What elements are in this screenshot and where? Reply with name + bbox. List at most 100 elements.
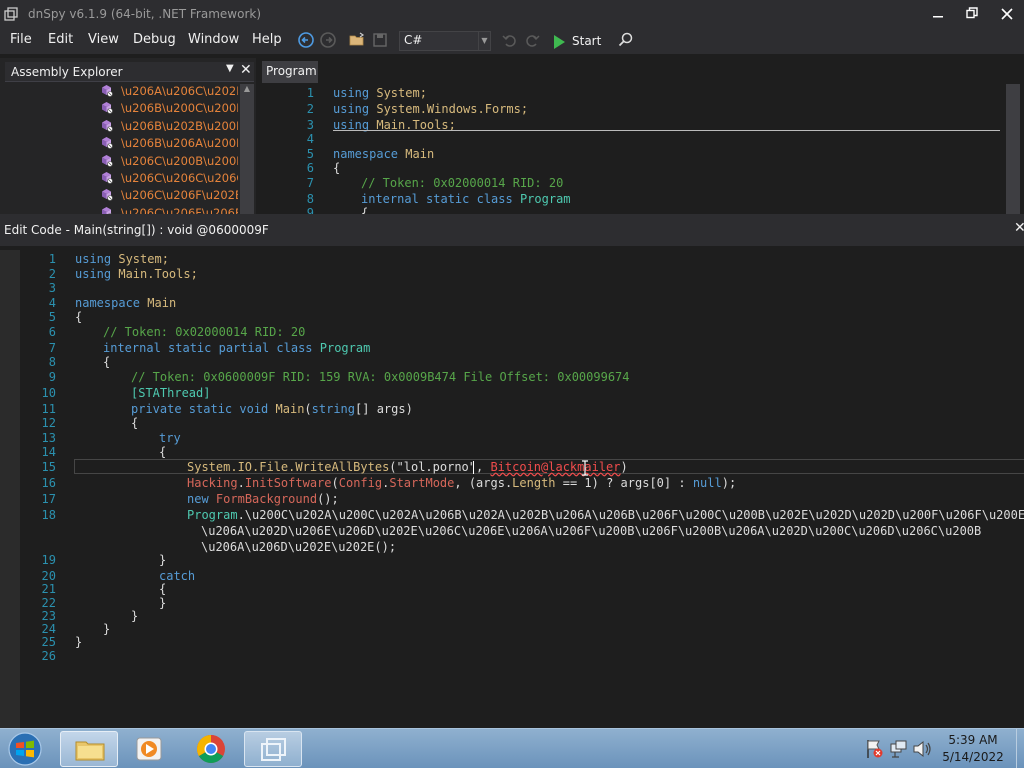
class-icon bbox=[102, 119, 113, 132]
separator-line bbox=[333, 130, 1000, 131]
assembly-tree-item-label: \u206B\u206A\u200F\ bbox=[121, 136, 238, 151]
assembly-tree-item-label: \u206C\u206F\u206B\ bbox=[121, 205, 238, 214]
forward-icon[interactable] bbox=[319, 31, 337, 49]
line-number: 17 bbox=[41, 492, 56, 506]
menu-help[interactable]: Help bbox=[252, 31, 282, 49]
open-folder-icon[interactable] bbox=[348, 31, 366, 49]
menu-file[interactable]: File bbox=[10, 31, 32, 49]
line-number: 14 bbox=[41, 445, 56, 459]
line-number: 2 bbox=[306, 102, 314, 116]
punct: [] args) bbox=[355, 402, 413, 416]
assembly-tree-item[interactable]: \u206C\u200B\u200F\ bbox=[100, 154, 238, 171]
restore-button[interactable] bbox=[958, 4, 986, 26]
property: Length bbox=[512, 476, 556, 490]
assembly-tree[interactable]: \u206A\u206C\u202D\ \u206B\u200C\u200B\ \u… bbox=[100, 84, 238, 214]
redo-icon[interactable] bbox=[523, 31, 541, 49]
close-icon[interactable]: ✕ bbox=[240, 62, 252, 78]
assembly-tree-item[interactable]: \u206B\u202B\u200B\ bbox=[100, 119, 238, 136]
line-number: 18 bbox=[41, 508, 56, 522]
system-tray bbox=[862, 735, 942, 763]
code-editor[interactable]: 1 2 3 4 5 6 7 8 9 10 11 12 13 14 15 16 17 18 19 20 21 22 23 24 2… bbox=[20, 250, 1024, 728]
start-label: Start bbox=[572, 34, 602, 48]
keyword: using bbox=[333, 102, 370, 116]
assembly-tree-item[interactable]: \u206B\u200C\u200B\ bbox=[100, 101, 238, 118]
menu-debug[interactable]: Debug bbox=[133, 31, 176, 49]
method-name: WriteAllBytes bbox=[295, 460, 390, 474]
assembly-tree-item[interactable]: \u206C\u206C\u206C\ bbox=[100, 171, 238, 188]
menu-edit[interactable]: Edit bbox=[48, 31, 73, 49]
code-line: namespace Main bbox=[75, 295, 176, 311]
string-literal: ("lol.porno", bbox=[389, 460, 491, 474]
code-line: { bbox=[131, 416, 139, 430]
code-line: namespace Main bbox=[333, 146, 434, 162]
comment: // Token: 0x0600009F RID: 159 RVA: 0x000… bbox=[131, 370, 630, 384]
ibeam-cursor-icon bbox=[582, 460, 588, 476]
language-select[interactable]: C# ▼ bbox=[399, 31, 491, 51]
language-value: C# bbox=[404, 33, 423, 47]
code-line: } bbox=[159, 553, 167, 567]
code-line: { bbox=[333, 161, 341, 175]
line-number: 4 bbox=[306, 132, 314, 146]
code-line: } bbox=[103, 622, 111, 636]
taskbar-dnspy-button[interactable] bbox=[244, 731, 302, 767]
namespace: System.IO.File. bbox=[187, 460, 296, 474]
taskbar-media-player-button[interactable] bbox=[120, 731, 178, 767]
minimize-icon bbox=[933, 16, 943, 18]
menu-view[interactable]: View bbox=[88, 31, 119, 49]
clock-date[interactable]: 5/14/2022 bbox=[934, 750, 1012, 764]
assembly-tree-item[interactable]: \u206B\u206A\u200F\ bbox=[100, 136, 238, 153]
assembly-tree-item[interactable]: \u206C\u206F\u202B\ bbox=[100, 188, 238, 205]
program-code-view[interactable]: 1 2 3 4 5 6 7 8 9 using System; using Sy… bbox=[274, 84, 1000, 214]
keyword: internal static partial class bbox=[103, 341, 313, 355]
network-icon[interactable] bbox=[890, 740, 907, 758]
line-number: 19 bbox=[41, 553, 56, 567]
method-name: Main bbox=[275, 402, 305, 416]
program-scrollbar[interactable] bbox=[1006, 84, 1020, 214]
code-line: } bbox=[159, 596, 167, 610]
namespace: System; bbox=[376, 86, 427, 100]
line-number: 1 bbox=[306, 86, 314, 100]
line-number: 12 bbox=[41, 416, 56, 430]
close-icon bbox=[1001, 8, 1013, 20]
line-number: 15 bbox=[41, 460, 56, 474]
show-desktop-button[interactable] bbox=[1016, 729, 1024, 768]
windows-start-icon[interactable] bbox=[5, 731, 45, 767]
close-icon[interactable]: ✕ bbox=[1014, 220, 1024, 236]
close-button[interactable] bbox=[993, 4, 1021, 26]
scroll-up-icon[interactable]: ▲ bbox=[240, 84, 254, 96]
program-panel: Program 1 2 3 4 5 6 7 8 9 using System; … bbox=[262, 58, 1024, 214]
edit-code-title: Edit Code - Main(string[]) : void @06000… bbox=[4, 223, 269, 237]
class-icon bbox=[102, 137, 113, 149]
punct: . bbox=[237, 476, 245, 490]
taskbar-explorer-button[interactable] bbox=[60, 731, 118, 767]
menu-window[interactable]: Window bbox=[188, 31, 239, 49]
namespace: System; bbox=[118, 252, 169, 266]
action-center-flag-icon[interactable] bbox=[867, 740, 883, 758]
start-debug-button[interactable]: Start bbox=[554, 31, 601, 51]
save-icon[interactable] bbox=[371, 31, 389, 49]
assembly-tree-item[interactable]: \u206C\u206F\u206B\ bbox=[100, 206, 238, 214]
undo-icon[interactable] bbox=[501, 31, 519, 49]
code-line: using Main.Tools; bbox=[75, 266, 198, 282]
punct: ) bbox=[620, 460, 628, 474]
assembly-tree-item[interactable]: \u206A\u206C\u202D\ bbox=[100, 84, 238, 101]
type-name: Program bbox=[187, 508, 238, 522]
chevron-down-icon[interactable]: ▼ bbox=[226, 63, 234, 74]
restore-icon bbox=[966, 7, 978, 19]
line-number: 9 bbox=[306, 206, 314, 214]
class-icon bbox=[102, 171, 113, 184]
clock-time[interactable]: 5:39 AM bbox=[934, 733, 1012, 747]
taskbar-chrome-button[interactable] bbox=[182, 731, 240, 767]
assembly-scrollbar[interactable]: ▲ bbox=[240, 84, 254, 214]
minimize-button[interactable] bbox=[924, 4, 952, 26]
code-line: Program.\u200C\u202A\u200C\u202A\u206B\u… bbox=[187, 507, 1024, 523]
volume-icon[interactable] bbox=[913, 740, 931, 758]
search-icon[interactable] bbox=[617, 31, 635, 49]
class-icon bbox=[102, 102, 113, 115]
chevron-down-icon: ▼ bbox=[478, 32, 490, 50]
tab-program[interactable]: Program bbox=[262, 61, 318, 83]
keyword: internal static class bbox=[361, 192, 513, 206]
back-icon[interactable] bbox=[297, 31, 315, 49]
assembly-tree-item-label: \u206B\u202B\u200B\ bbox=[121, 118, 238, 133]
type-name: Program bbox=[319, 341, 371, 355]
